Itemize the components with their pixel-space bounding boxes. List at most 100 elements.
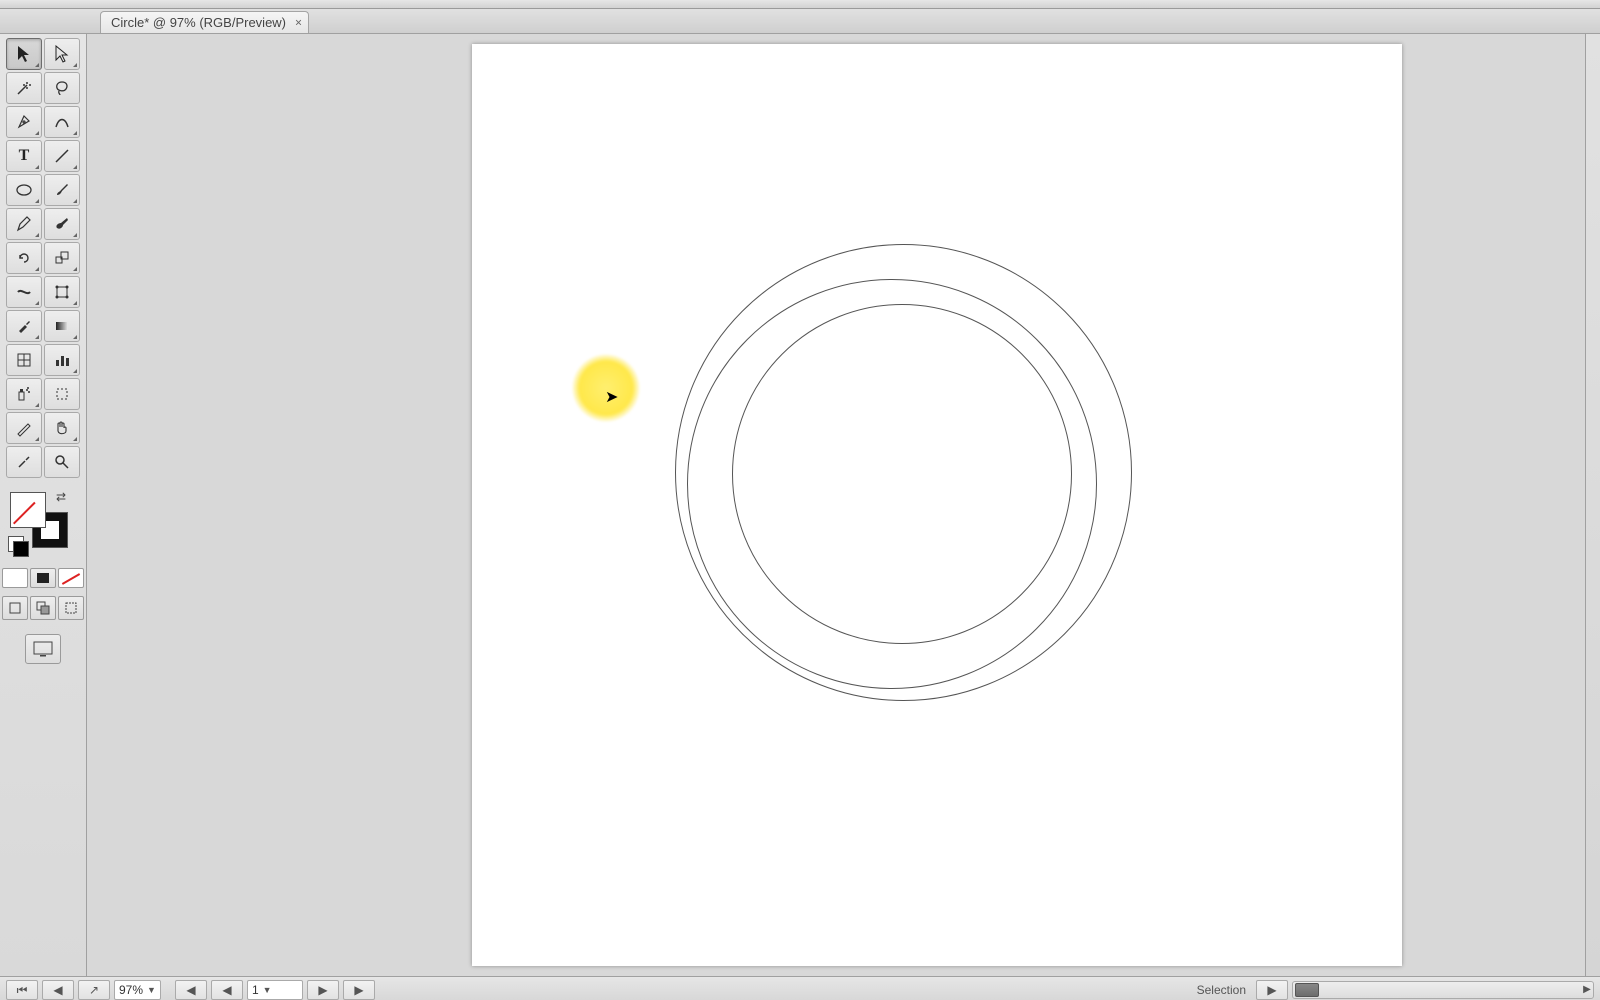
ellipse-tool[interactable] <box>6 174 42 206</box>
hand-tool[interactable] <box>44 412 80 444</box>
direct-selection-tool[interactable] <box>44 38 80 70</box>
curvature-icon <box>53 113 71 131</box>
rotate-icon <box>15 249 33 267</box>
blob-brush-icon <box>53 215 71 233</box>
document-tab[interactable]: Circle* @ 97% (RGB/Preview) × <box>100 11 309 33</box>
color-swatch-section: ⇄ <box>4 492 82 562</box>
fill-mode-color[interactable] <box>2 568 28 588</box>
click-highlight-indicator <box>572 354 640 422</box>
rotate-tool[interactable] <box>6 242 42 274</box>
width-tool[interactable] <box>6 276 42 308</box>
lasso-icon <box>53 79 71 97</box>
screen-mode-button[interactable] <box>25 634 61 664</box>
artboard-prev-button[interactable]: ◀ <box>175 980 207 1000</box>
type-tool[interactable]: T <box>6 140 42 172</box>
draw-behind-button[interactable] <box>30 596 56 620</box>
slice-tool[interactable] <box>6 412 42 444</box>
swap-fill-stroke-icon[interactable]: ⇄ <box>56 490 66 504</box>
status-nav-start-button[interactable]: ⏮ <box>6 980 38 1000</box>
canvas-area[interactable]: ➤ <box>87 34 1585 976</box>
free-transform-icon <box>53 283 71 301</box>
line-icon <box>53 147 71 165</box>
artboard[interactable]: ➤ <box>472 44 1402 966</box>
line-tool[interactable] <box>44 140 80 172</box>
status-share-button[interactable]: ↗ <box>78 980 110 1000</box>
window-titlebar <box>0 0 1600 9</box>
artboard-next-button[interactable]: ▶ <box>307 980 339 1000</box>
zoom-level-input[interactable]: 97% ▼ <box>114 980 161 1000</box>
draw-behind-icon <box>36 601 50 615</box>
status-bar: ⏮ ◀ ↗ 97% ▼ ◀ ◀ 1 ▼ ▶ ▶ Selection ▶ ◀ ▶ <box>0 976 1600 1000</box>
scroll-right-icon[interactable]: ▶ <box>1579 982 1595 996</box>
right-panel-dock[interactable] <box>1585 34 1600 976</box>
cursor-arrow-icon <box>16 45 32 63</box>
pipette-icon <box>15 453 33 471</box>
artboard-tool[interactable] <box>44 378 80 410</box>
draw-inside-icon <box>64 601 78 615</box>
artboard-next2-button[interactable]: ▶ <box>343 980 375 1000</box>
fill-color-swatch[interactable] <box>10 492 46 528</box>
chevron-down-icon[interactable]: ▼ <box>147 985 156 995</box>
artboard-icon <box>53 385 71 403</box>
document-tab-strip: Circle* @ 97% (RGB/Preview) × <box>0 9 1600 34</box>
scale-tool[interactable] <box>44 242 80 274</box>
gradient-tool[interactable] <box>44 310 80 342</box>
chevron-left-icon: ◀ <box>186 983 195 997</box>
free-transform-tool[interactable] <box>44 276 80 308</box>
document-tab-title: Circle* @ 97% (RGB/Preview) <box>111 15 286 30</box>
draw-inside-button[interactable] <box>58 596 84 620</box>
artboard-number-input[interactable]: 1 ▼ <box>247 980 303 1000</box>
prev-page-icon: ◀ <box>53 983 62 997</box>
selection-tool[interactable] <box>6 38 42 70</box>
mesh-tool[interactable] <box>6 344 42 376</box>
blob-brush-tool[interactable] <box>44 208 80 240</box>
curvature-tool[interactable] <box>44 106 80 138</box>
draw-normal-button[interactable] <box>2 596 28 620</box>
current-tool-label: Selection <box>1191 983 1252 997</box>
eyedropper-tool[interactable] <box>6 310 42 342</box>
pencil-tool[interactable] <box>6 208 42 240</box>
drawn-circle-3[interactable] <box>732 304 1072 644</box>
status-menu-button[interactable]: ▶ <box>1256 980 1288 1000</box>
paintbrush-tool[interactable] <box>44 174 80 206</box>
pen-tool[interactable] <box>6 106 42 138</box>
lasso-tool[interactable] <box>44 72 80 104</box>
magic-wand-tool[interactable] <box>6 72 42 104</box>
pen-nib-icon <box>15 113 33 131</box>
first-page-icon: ⏮ <box>17 983 28 998</box>
pencil-icon <box>15 215 33 233</box>
draw-normal-icon <box>8 601 22 615</box>
eyedropper-alt-tool[interactable] <box>6 446 42 478</box>
chevron-right-icon: ▶ <box>318 983 327 997</box>
horizontal-scrollbar[interactable]: ◀ ▶ <box>1292 981 1594 999</box>
graph-tool[interactable] <box>44 344 80 376</box>
fill-mode-none[interactable] <box>58 568 84 588</box>
magnifier-icon <box>53 453 71 471</box>
status-nav-prev-button[interactable]: ◀ <box>42 980 74 1000</box>
zoom-tool[interactable] <box>44 446 80 478</box>
chevron-down-icon[interactable]: ▼ <box>263 985 272 995</box>
symbol-sprayer-tool[interactable] <box>6 378 42 410</box>
slice-icon <box>15 419 33 437</box>
scale-icon <box>53 249 71 267</box>
artboard-prev2-button[interactable]: ◀ <box>211 980 243 1000</box>
scroll-thumb[interactable] <box>1295 983 1319 997</box>
zoom-value: 97% <box>119 983 143 997</box>
ellipse-icon <box>15 181 33 199</box>
default-colors-icon[interactable] <box>8 536 24 552</box>
screen-mode-icon <box>33 641 53 657</box>
chevron-left-icon: ◀ <box>222 983 231 997</box>
fill-mode-row <box>0 568 86 588</box>
chevron-right-icon: ▶ <box>354 983 363 997</box>
cursor-arrow-outline-icon <box>54 45 70 63</box>
draw-mode-row <box>0 596 86 620</box>
gradient-icon <box>53 317 71 335</box>
paintbrush-icon <box>53 181 71 199</box>
close-icon[interactable]: × <box>295 15 302 29</box>
type-t-icon: T <box>19 147 30 165</box>
fill-mode-solid[interactable] <box>30 568 56 588</box>
column-graph-icon <box>53 351 71 369</box>
share-icon: ↗ <box>89 983 99 997</box>
spray-icon <box>15 385 33 403</box>
tool-palette: T <box>0 34 87 976</box>
